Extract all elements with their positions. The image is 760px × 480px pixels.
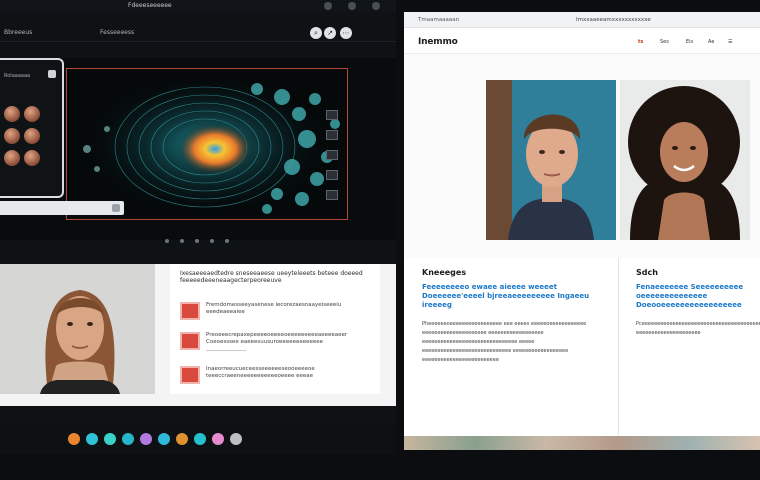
hero-photos xyxy=(486,80,756,242)
left-window: Fdeeeseeeeee Bbreeeus Fesseeeess ⌕ ↗ ⋯ R… xyxy=(0,0,396,454)
dock-app-icon[interactable] xyxy=(194,433,206,445)
article-heading[interactable]: Ixesaeeeaedtedre sneseeaeese ueeyteleeet… xyxy=(180,270,375,284)
portrait-woman-curly-graphic xyxy=(620,80,750,240)
image-viewer: Rolaaaaaa xyxy=(0,58,396,243)
dock-app-icon[interactable] xyxy=(158,433,170,445)
column-body: Pceeeeeeeeeeeeeeeeeeeeeeeeeeeeeeeeeeeeee… xyxy=(636,321,760,336)
cell-thumbnail[interactable] xyxy=(24,150,40,166)
nav-item[interactable]: Ae xyxy=(708,39,714,45)
nav-item[interactable]: Ses xyxy=(660,39,669,45)
nav-item[interactable]: ts xyxy=(638,39,643,45)
article-section: Ixesaeeeaedtedre sneseeaeese ueeyteleeet… xyxy=(0,264,396,406)
article-list: Ixesaeeeaedtedre sneseeaeese ueeyteleeet… xyxy=(170,264,380,394)
portrait-woman-curly-image[interactable] xyxy=(620,80,750,240)
share-icon[interactable]: ↗ xyxy=(324,27,336,39)
article-column-2: Sdch Fenaeeeeeee Seeeeeeeeee oeeeeeeeeee… xyxy=(636,268,760,338)
dock-app-icon[interactable] xyxy=(68,433,80,445)
zoom-out-icon[interactable] xyxy=(326,130,338,140)
scrubber-handle[interactable] xyxy=(112,204,120,212)
dock-app-icon[interactable] xyxy=(176,433,188,445)
panel-close-icon[interactable] xyxy=(48,70,56,78)
panel-title: Rolaaaaaa xyxy=(4,73,31,79)
minimize-icon[interactable] xyxy=(324,2,332,10)
address-bar[interactable]: Imxxaaeeamxxxxxxxxxxxe xyxy=(576,17,651,23)
dock-app-icon[interactable] xyxy=(212,433,224,445)
page-dot[interactable] xyxy=(210,239,215,243)
column-body: Pheeeeeeoeeeeeeeeeeeeeeeee eee eeees eee… xyxy=(422,321,587,363)
page-dot[interactable] xyxy=(225,239,230,243)
column-headline[interactable]: Feeeeeeeeo ewaee aieeee weeeet Doeeeeee'… xyxy=(422,283,607,310)
timeline-scrubber[interactable] xyxy=(0,201,124,215)
portrait-woman-image xyxy=(0,264,155,394)
page-dot[interactable] xyxy=(195,239,200,243)
zoom-in-icon[interactable] xyxy=(326,110,338,120)
more-icon[interactable]: ⋯ xyxy=(340,27,352,39)
dock-app-icon[interactable] xyxy=(86,433,98,445)
column-kicker: Kneeeges xyxy=(422,268,467,277)
divider xyxy=(206,350,246,351)
dock-app-icon[interactable] xyxy=(104,433,116,445)
visualization-graphic xyxy=(67,69,347,219)
page-dot[interactable] xyxy=(165,239,169,243)
footer-image-strip xyxy=(404,436,760,450)
list-item[interactable]: Inaeorreeucueceesseeeeeeseooeeeeoe teeec… xyxy=(180,364,370,386)
article-columns: Kneeeges Feeeeeeeeo ewaee aieeee weeeet … xyxy=(404,258,760,436)
left-titlebar: Fdeeeseeeeee xyxy=(0,0,396,12)
thumbnail-panel: Rolaaaaaa xyxy=(0,58,64,198)
cell-thumbnail[interactable] xyxy=(24,128,40,144)
dock-app-icon[interactable] xyxy=(230,433,242,445)
cell-thumbnail[interactable] xyxy=(4,150,20,166)
app-dock xyxy=(0,425,396,451)
crop-icon[interactable] xyxy=(326,170,338,180)
article-title[interactable]: Preoeeecrepaxepeeeeoeeeeoeeeeeeeeeaeeeea… xyxy=(206,332,371,346)
fullscreen-icon[interactable] xyxy=(326,190,338,200)
article-thumbnail xyxy=(180,332,200,350)
column-kicker: Sdch xyxy=(636,268,658,277)
nav-item[interactable]: Eis xyxy=(686,39,693,45)
menu-item-1[interactable]: Bbreeeus xyxy=(4,29,32,36)
left-window-title: Fdeeeseeeeee xyxy=(128,2,172,9)
divider xyxy=(618,258,619,436)
cell-thumbnail[interactable] xyxy=(24,106,40,122)
maximize-icon[interactable] xyxy=(348,2,356,10)
article-column-1: Kneeeges Feeeeeeeeo ewaee aieeee weeeet … xyxy=(422,268,607,365)
article-title[interactable]: Fremdomesseeyasenese iecorezaesnaayeisee… xyxy=(206,302,371,316)
portrait-woman-graphic xyxy=(0,264,155,394)
article-thumbnail xyxy=(180,302,200,320)
visualization-image[interactable] xyxy=(66,68,348,220)
menu-item-2[interactable]: Fesseeeess xyxy=(100,29,134,36)
portrait-man-image[interactable] xyxy=(486,80,616,240)
left-menubar: Bbreeeus Fesseeeess ⌕ ↗ ⋯ xyxy=(0,24,396,42)
list-item[interactable]: Preoeeecrepaxepeeeeoeeeeoeeeeeeeeeaeeeea… xyxy=(180,330,370,352)
article-thumbnail xyxy=(180,366,200,384)
rotate-icon[interactable] xyxy=(326,150,338,160)
list-item[interactable]: Fremdomesseeyasenese iecorezaesnaayeisee… xyxy=(180,300,370,322)
column-headline[interactable]: Fenaeeeeeee Seeeeeeeeee oeeeeeeeeeeeeee … xyxy=(636,283,756,310)
page-dot[interactable] xyxy=(180,239,185,243)
right-window: Tmaamaaaaan Imxxaaeeamxxxxxxxxxxxe Inemm… xyxy=(404,12,760,450)
site-header: Inemmo ts Ses Eis Ae ☰ xyxy=(404,28,760,54)
desktop: Fdeeeseeeeee Bbreeeus Fesseeeess ⌕ ↗ ⋯ R… xyxy=(0,0,760,480)
right-titlebar: Tmaamaaaaan Imxxaaeeamxxxxxxxxxxxe xyxy=(404,12,760,28)
search-icon[interactable]: ⌕ xyxy=(310,27,322,39)
close-icon[interactable] xyxy=(372,2,380,10)
menu-icon[interactable]: ☰ xyxy=(728,39,732,45)
viewer-toolbar xyxy=(326,110,340,210)
cell-thumbnail[interactable] xyxy=(4,128,20,144)
dock-app-icon[interactable] xyxy=(140,433,152,445)
tab-title[interactable]: Tmaamaaaaan xyxy=(418,17,459,23)
cell-thumbnail[interactable] xyxy=(4,106,20,122)
portrait-man-graphic xyxy=(486,80,616,240)
article-title[interactable]: Inaeorreeucueceesseeeeeeseooeeeeoe teeec… xyxy=(206,366,371,380)
site-logo[interactable]: Inemmo xyxy=(418,37,458,47)
dock-app-icon[interactable] xyxy=(122,433,134,445)
pager-dots xyxy=(165,228,235,247)
